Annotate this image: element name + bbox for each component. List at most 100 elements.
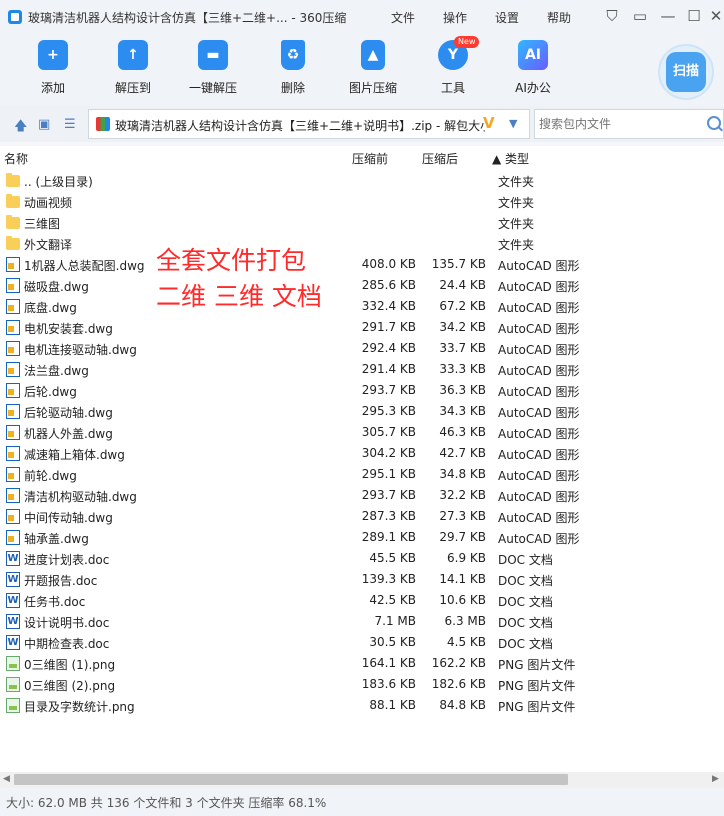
file-name: 磁吸盘.dwg bbox=[24, 280, 89, 294]
table-row[interactable]: 中间传动轴.dwg 287.3 KB 27.3 KB AutoCAD 图形 bbox=[0, 506, 724, 527]
table-row[interactable]: 底盘.dwg 332.4 KB 67.2 KB AutoCAD 图形 bbox=[0, 296, 724, 317]
table-row[interactable]: 电机安装套.dwg 291.7 KB 34.2 KB AutoCAD 图形 bbox=[0, 317, 724, 338]
table-row[interactable]: 法兰盘.dwg 291.4 KB 33.3 KB AutoCAD 图形 bbox=[0, 359, 724, 380]
scroll-left-icon[interactable]: ◀ bbox=[3, 774, 10, 784]
column-name[interactable]: 名称 bbox=[4, 150, 28, 167]
file-type: PNG 图片文件 bbox=[498, 700, 576, 714]
path-box[interactable]: 玻璃清洁机器人结构设计含仿真【三维+二维+说明书】.zip - 解包大小 V ▼ bbox=[88, 109, 530, 139]
table-row[interactable]: 1机器人总装配图.dwg 408.0 KB 135.7 KB AutoCAD 图形 bbox=[0, 254, 724, 275]
title-bar: 玻璃清洁机器人结构设计含仿真【三维+二维+... - 360压缩 文件 操作 设… bbox=[0, 0, 724, 34]
file-type: DOC 文档 bbox=[498, 595, 553, 609]
table-row[interactable]: 机器人外盖.dwg 305.7 KB 46.3 KB AutoCAD 图形 bbox=[0, 422, 724, 443]
file-type: AutoCAD 图形 bbox=[498, 448, 580, 462]
feedback-icon[interactable]: ▭ bbox=[630, 6, 650, 26]
image-compress-button[interactable]: ▲ 图片压缩 bbox=[334, 40, 412, 96]
table-row[interactable]: 后轮.dwg 293.7 KB 36.3 KB AutoCAD 图形 bbox=[0, 380, 724, 401]
chevron-down-icon[interactable]: ▼ bbox=[509, 117, 517, 130]
ai-office-label: AI办公 bbox=[515, 81, 551, 95]
add-label: 添加 bbox=[40, 81, 65, 95]
list-view-icon[interactable]: ☰ bbox=[64, 117, 76, 132]
size-after: 67.2 KB bbox=[439, 299, 486, 313]
maximize-button[interactable]: ☐ bbox=[684, 6, 704, 26]
table-row[interactable]: 电机连接驱动轴.dwg 292.4 KB 33.7 KB AutoCAD 图形 bbox=[0, 338, 724, 359]
table-row[interactable]: .. (上级目录) 文件夹 bbox=[0, 170, 724, 191]
file-name: 轴承盖.dwg bbox=[24, 532, 89, 546]
new-badge: New bbox=[454, 36, 480, 48]
table-row[interactable]: 减速箱上箱体.dwg 304.2 KB 42.7 KB AutoCAD 图形 bbox=[0, 443, 724, 464]
column-type[interactable]: ▲ 类型 bbox=[492, 150, 529, 167]
size-after: 34.2 KB bbox=[439, 320, 486, 334]
table-row[interactable]: 轴承盖.dwg 289.1 KB 29.7 KB AutoCAD 图形 bbox=[0, 527, 724, 548]
table-row[interactable]: W 中期检查表.doc 30.5 KB 4.5 KB DOC 文档 bbox=[0, 632, 724, 653]
table-row[interactable]: 后轮驱动轴.dwg 295.3 KB 34.3 KB AutoCAD 图形 bbox=[0, 401, 724, 422]
close-button[interactable]: ✕ bbox=[706, 6, 724, 26]
horizontal-scrollbar[interactable]: ◀ ▶ bbox=[0, 772, 724, 788]
table-row[interactable]: W 任务书.doc 42.5 KB 10.6 KB DOC 文档 bbox=[0, 590, 724, 611]
ai-office-button[interactable]: AI AI办公 bbox=[494, 40, 572, 96]
size-before: 164.1 KB bbox=[361, 656, 416, 670]
up-arrow-icon[interactable]: 🡅 bbox=[14, 117, 27, 139]
size-before: 287.3 KB bbox=[361, 509, 416, 523]
search-box[interactable] bbox=[534, 109, 724, 139]
file-name: 中间传动轴.dwg bbox=[24, 511, 113, 525]
file-type: AutoCAD 图形 bbox=[498, 364, 580, 378]
file-type: AutoCAD 图形 bbox=[498, 343, 580, 357]
table-row[interactable]: W 进度计划表.doc 45.5 KB 6.9 KB DOC 文档 bbox=[0, 548, 724, 569]
tools-label: 工具 bbox=[440, 81, 465, 95]
one-click-extract-button[interactable]: ▬ 一键解压 bbox=[174, 40, 252, 96]
size-after: 14.1 KB bbox=[439, 572, 486, 586]
scan-button[interactable]: 扫描 bbox=[658, 44, 714, 100]
promo-text-line2: 二维 三维 文档 bbox=[156, 282, 322, 311]
png-file-icon bbox=[6, 698, 20, 713]
menu-settings[interactable]: 设置 bbox=[495, 9, 519, 26]
file-type: AutoCAD 图形 bbox=[498, 301, 580, 315]
table-row[interactable]: W 设计说明书.doc 7.1 MB 6.3 MB DOC 文档 bbox=[0, 611, 724, 632]
dwg-file-icon bbox=[6, 257, 20, 272]
size-before: 408.0 KB bbox=[361, 257, 416, 271]
size-before: 292.4 KB bbox=[361, 341, 416, 355]
dwg-file-icon bbox=[6, 278, 20, 293]
table-row[interactable]: W 开题报告.doc 139.3 KB 14.1 KB DOC 文档 bbox=[0, 569, 724, 590]
size-after: 34.8 KB bbox=[439, 467, 486, 481]
word-doc-icon: W bbox=[6, 551, 20, 566]
thumbnail-view-icon[interactable]: ▣ bbox=[38, 117, 50, 132]
delete-button[interactable]: ♻ 删除 bbox=[254, 40, 332, 96]
scrollbar-thumb[interactable] bbox=[14, 774, 568, 785]
dwg-file-icon bbox=[6, 530, 20, 545]
menu-file[interactable]: 文件 bbox=[391, 9, 415, 26]
add-button[interactable]: + 添加 bbox=[14, 40, 92, 96]
file-name: 1机器人总装配图.dwg bbox=[24, 259, 145, 273]
column-after[interactable]: 压缩后 bbox=[422, 150, 458, 167]
table-row[interactable]: 0三维图 (1).png 164.1 KB 162.2 KB PNG 图片文件 bbox=[0, 653, 724, 674]
table-row[interactable]: 外文翻译 文件夹 bbox=[0, 233, 724, 254]
dwg-file-icon bbox=[6, 362, 20, 377]
table-row[interactable]: 目录及字数统计.png 88.1 KB 84.8 KB PNG 图片文件 bbox=[0, 695, 724, 716]
menu-operation[interactable]: 操作 bbox=[443, 9, 467, 26]
table-row[interactable]: 磁吸盘.dwg 285.6 KB 24.4 KB AutoCAD 图形 bbox=[0, 275, 724, 296]
table-row[interactable]: 前轮.dwg 295.1 KB 34.8 KB AutoCAD 图形 bbox=[0, 464, 724, 485]
search-icon[interactable] bbox=[707, 116, 721, 130]
minimize-button[interactable]: — bbox=[658, 6, 678, 26]
size-after: 10.6 KB bbox=[439, 593, 486, 607]
table-row[interactable]: 清洁机构驱动轴.dwg 293.7 KB 32.2 KB AutoCAD 图形 bbox=[0, 485, 724, 506]
png-file-icon bbox=[6, 656, 20, 671]
file-name: 前轮.dwg bbox=[24, 469, 77, 483]
search-input[interactable] bbox=[537, 116, 701, 132]
tools-button[interactable]: Y 工具 bbox=[414, 40, 492, 96]
ai-glyph: AI bbox=[524, 47, 542, 63]
dwg-file-icon bbox=[6, 383, 20, 398]
promo-text-line1: 全套文件打包 bbox=[156, 246, 307, 275]
extract-to-button[interactable]: ↑ 解压到 bbox=[94, 40, 172, 96]
file-name: 0三维图 (1).png bbox=[24, 658, 116, 672]
skin-icon[interactable]: ⛉ bbox=[602, 6, 622, 26]
file-type: AutoCAD 图形 bbox=[498, 385, 580, 399]
size-before: 293.7 KB bbox=[361, 488, 416, 502]
scroll-right-icon[interactable]: ▶ bbox=[712, 774, 719, 784]
ai-office-icon: AI bbox=[518, 40, 548, 70]
column-before[interactable]: 压缩前 bbox=[352, 150, 388, 167]
table-row[interactable]: 动画视频 文件夹 bbox=[0, 191, 724, 212]
table-row[interactable]: 0三维图 (2).png 183.6 KB 182.6 KB PNG 图片文件 bbox=[0, 674, 724, 695]
menu-help[interactable]: 帮助 bbox=[547, 9, 571, 26]
table-row[interactable]: 三维图 文件夹 bbox=[0, 212, 724, 233]
add-icon: + bbox=[38, 40, 68, 70]
